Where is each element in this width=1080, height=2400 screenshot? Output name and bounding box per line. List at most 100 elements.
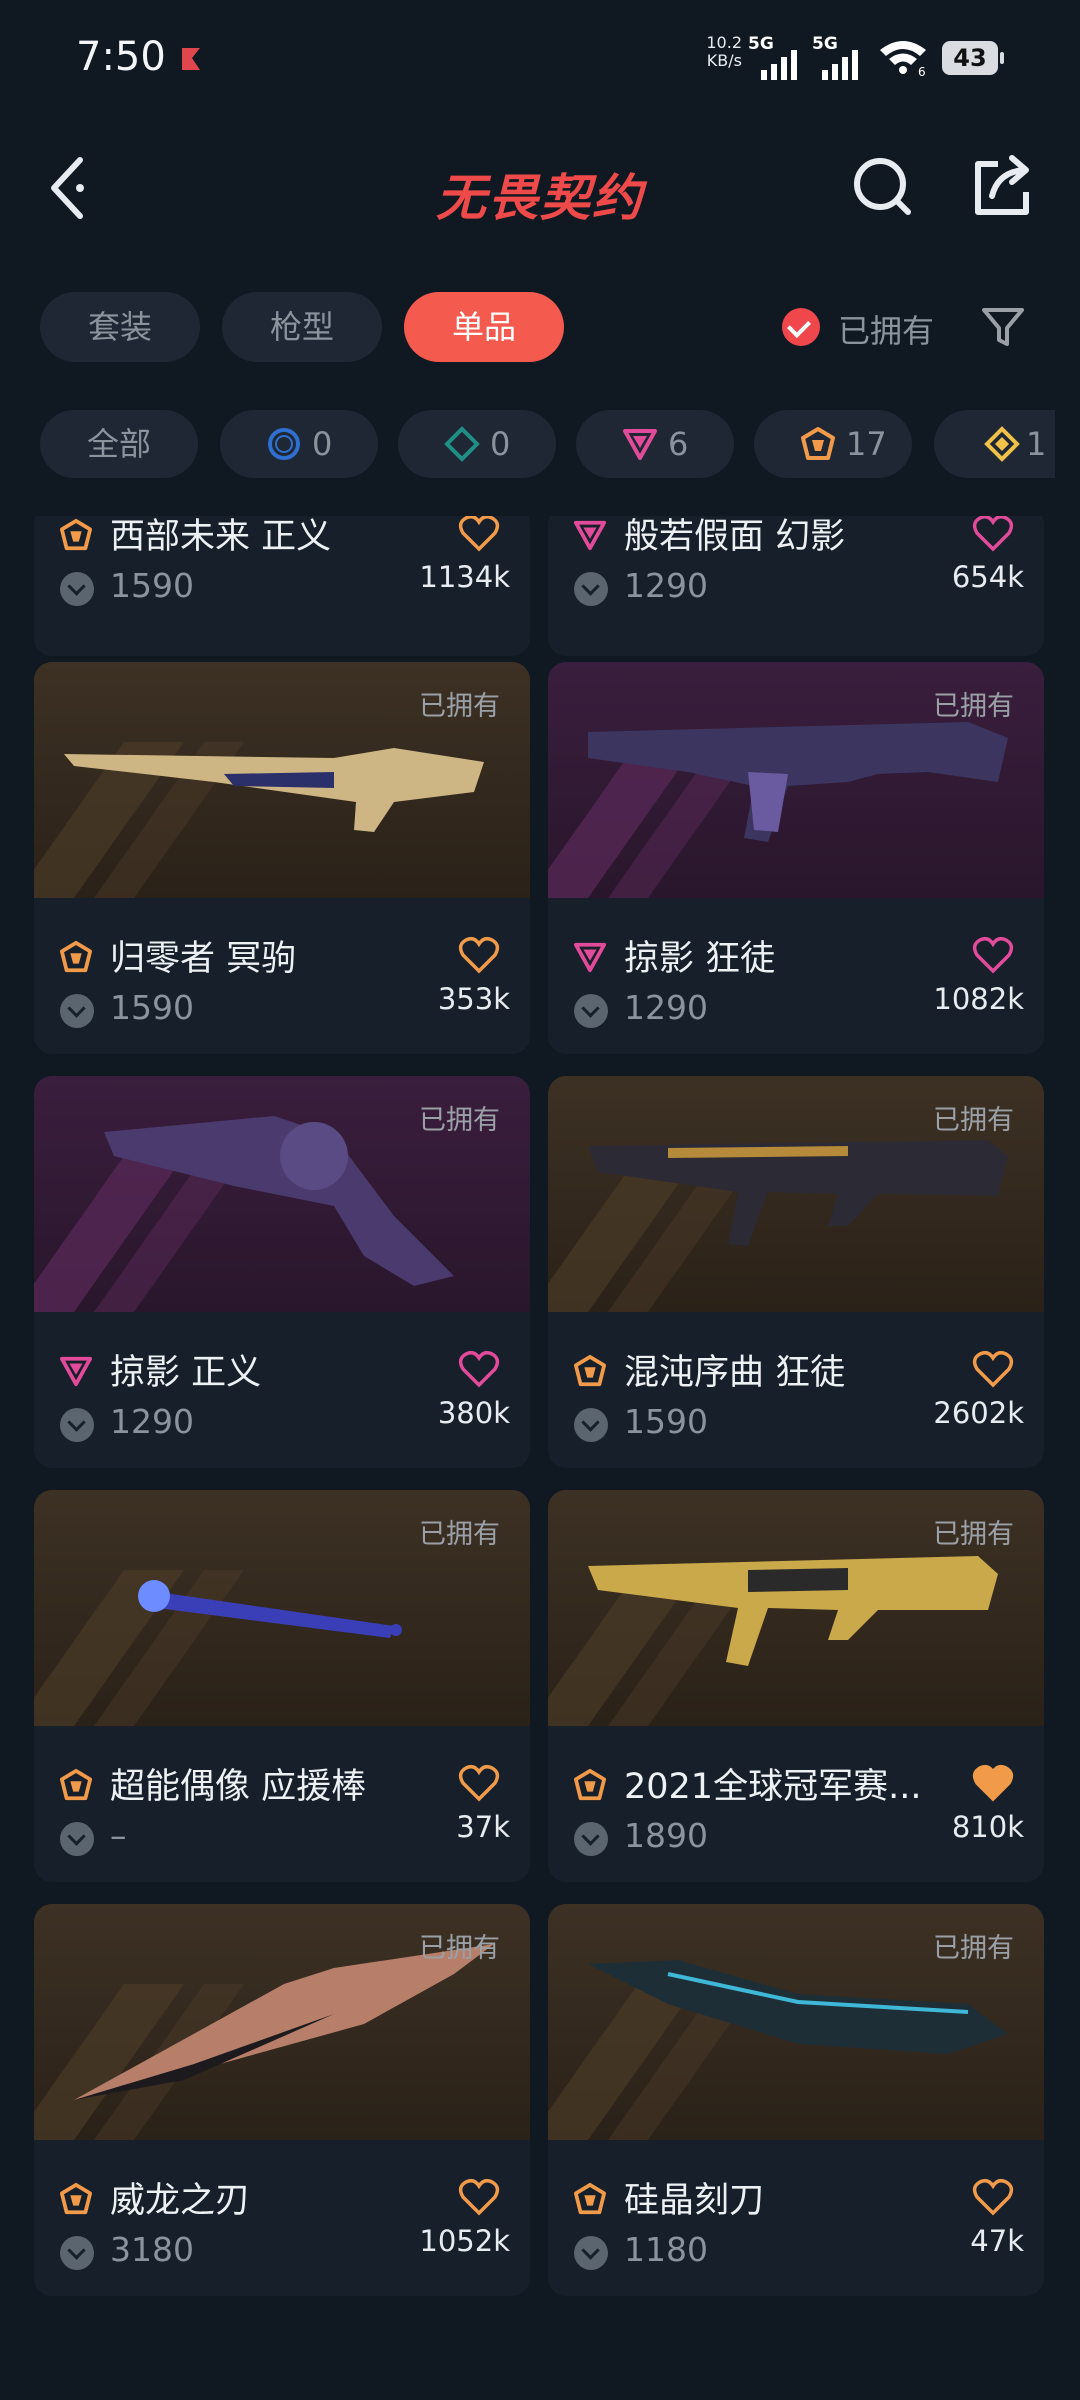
vp-currency-icon — [60, 2236, 94, 2270]
owned-badge: 已拥有 — [933, 1105, 1014, 1136]
wifi-icon: 6 — [880, 41, 926, 76]
skin-price: 1290 — [110, 1402, 194, 1441]
skin-card[interactable]: 已拥有 2021全球冠军赛... 1890 810k — [548, 1490, 1044, 1882]
tier-orange-icon — [59, 518, 93, 551]
network-speed: 10.2 KB/s — [706, 33, 742, 70]
tier-chip-orange[interactable]: 17 — [754, 410, 912, 478]
tier-gold-icon — [984, 426, 1020, 462]
vp-currency-icon — [574, 1408, 608, 1442]
skin-name: 般若假面 幻影 — [624, 517, 846, 557]
skin-card[interactable]: 已拥有 混沌序曲 狂徒 1590 2602k — [548, 1076, 1044, 1468]
heart-icon[interactable] — [972, 516, 1014, 552]
heart-icon[interactable] — [458, 1764, 500, 1802]
skin-card[interactable]: 已拥有 威龙之刃 3180 1052k — [34, 1904, 530, 2296]
vp-currency-icon — [574, 1822, 608, 1856]
heart-icon[interactable] — [458, 1350, 500, 1388]
skin-price: 1590 — [110, 566, 194, 605]
skin-likes: 47k — [970, 2224, 1024, 2258]
tier-chip-blue[interactable]: 0 — [220, 410, 378, 478]
skin-image: 已拥有 — [34, 1076, 530, 1312]
tier-teal-icon — [444, 426, 480, 462]
skin-name: 超能偶像 应援棒 — [110, 1767, 367, 1807]
tier-pink-icon — [59, 1356, 93, 1387]
tab-bundle[interactable]: 套装 — [40, 292, 200, 362]
skin-price: 1590 — [110, 988, 194, 1027]
vp-currency-icon — [60, 994, 94, 1028]
skin-card[interactable]: 已拥有 超能偶像 应援棒 – 37k — [34, 1490, 530, 1882]
vp-currency-icon — [574, 994, 608, 1028]
skin-card[interactable]: 西部未来 正义 1590 1134k — [34, 516, 530, 656]
tier-blue-icon — [268, 428, 300, 460]
owned-badge: 已拥有 — [933, 691, 1014, 722]
skin-price: 1590 — [624, 1402, 708, 1441]
owned-badge: 已拥有 — [419, 1933, 500, 1964]
heart-icon[interactable] — [458, 936, 500, 974]
owned-badge: 已拥有 — [419, 1105, 500, 1136]
skin-name: 归零者 冥驹 — [110, 939, 297, 979]
vp-currency-icon — [60, 572, 94, 606]
skin-name: 2021全球冠军赛... — [624, 1767, 922, 1807]
skin-likes: 380k — [437, 1396, 510, 1430]
skin-card[interactable]: 已拥有 硅晶刻刀 1180 47k — [548, 1904, 1044, 2296]
clock: 7:50 — [76, 34, 166, 80]
owned-badge: 已拥有 — [419, 691, 500, 722]
heart-icon[interactable] — [458, 516, 500, 552]
skin-likes: 654k — [951, 560, 1024, 594]
heart-icon[interactable] — [458, 2178, 500, 2216]
skin-likes: 353k — [437, 982, 510, 1016]
skin-name: 硅晶刻刀 — [624, 2181, 765, 2221]
tier-orange-icon — [59, 940, 93, 973]
heart-icon[interactable] — [972, 2178, 1014, 2216]
vp-currency-icon — [574, 2236, 608, 2270]
share-icon[interactable] — [968, 150, 1038, 220]
tier-chip-gold[interactable]: 1 — [934, 410, 1055, 478]
owned-checkbox[interactable] — [782, 308, 820, 346]
app-notification-icon — [182, 48, 200, 70]
tier-orange-icon — [801, 427, 835, 460]
skin-card[interactable]: 已拥有 归零者 冥驹 1590 353k — [34, 662, 530, 1054]
vp-currency-icon — [574, 572, 608, 606]
tier-pink-icon — [623, 429, 657, 460]
tier-orange-icon — [573, 2182, 607, 2215]
tier-chip-pink[interactable]: 6 — [576, 410, 734, 478]
skin-name: 威龙之刃 — [110, 2181, 251, 2221]
heart-filled-icon[interactable] — [972, 1764, 1014, 1802]
page-title: 无畏契约 — [436, 169, 644, 227]
search-icon[interactable] — [848, 152, 918, 222]
filter-icon[interactable] — [980, 304, 1026, 350]
skin-card[interactable]: 已拥有 掠影 狂徒 1290 1082k — [548, 662, 1044, 1054]
skin-image: 已拥有 — [34, 1490, 530, 1726]
app-header: 无畏契约 — [0, 140, 1080, 240]
skin-likes: 1134k — [419, 560, 510, 594]
battery-icon: 43 — [942, 41, 1004, 75]
tier-chip-all[interactable]: 全部 — [40, 410, 198, 478]
skin-image: 已拥有 — [34, 1904, 530, 2140]
owned-filter-label: 已拥有 — [838, 312, 935, 350]
tier-pink-icon — [573, 520, 607, 551]
tab-weapon-type[interactable]: 枪型 — [222, 292, 382, 362]
skin-price: – — [110, 1816, 127, 1855]
heart-icon[interactable] — [972, 1350, 1014, 1388]
skin-image: 已拥有 — [548, 1076, 1044, 1312]
skin-image: 已拥有 — [548, 662, 1044, 898]
skin-price: 1290 — [624, 988, 708, 1027]
heart-icon[interactable] — [972, 936, 1014, 974]
skin-card[interactable]: 已拥有 掠影 正义 1290 380k — [34, 1076, 530, 1468]
skin-price: 1890 — [624, 1816, 708, 1855]
skin-likes: 1082k — [933, 982, 1024, 1016]
tier-filter-bar: 全部 0 0 6 17 1 — [0, 410, 1055, 482]
skin-image: 已拥有 — [34, 662, 530, 898]
svg-text:6: 6 — [918, 65, 926, 76]
skin-likes: 810k — [951, 1810, 1024, 1844]
skin-card[interactable]: 般若假面 幻影 1290 654k — [548, 516, 1044, 656]
owned-badge: 已拥有 — [933, 1933, 1014, 1964]
skin-likes: 2602k — [933, 1396, 1024, 1430]
tab-single-item[interactable]: 单品 — [404, 292, 564, 362]
skin-name: 掠影 正义 — [110, 1353, 262, 1393]
vp-currency-icon — [60, 1408, 94, 1442]
tier-chip-teal[interactable]: 0 — [398, 410, 556, 478]
vp-currency-icon — [60, 1822, 94, 1856]
skin-price: 3180 — [110, 2230, 194, 2269]
owned-badge: 已拥有 — [933, 1519, 1014, 1550]
back-icon[interactable] — [40, 152, 100, 224]
